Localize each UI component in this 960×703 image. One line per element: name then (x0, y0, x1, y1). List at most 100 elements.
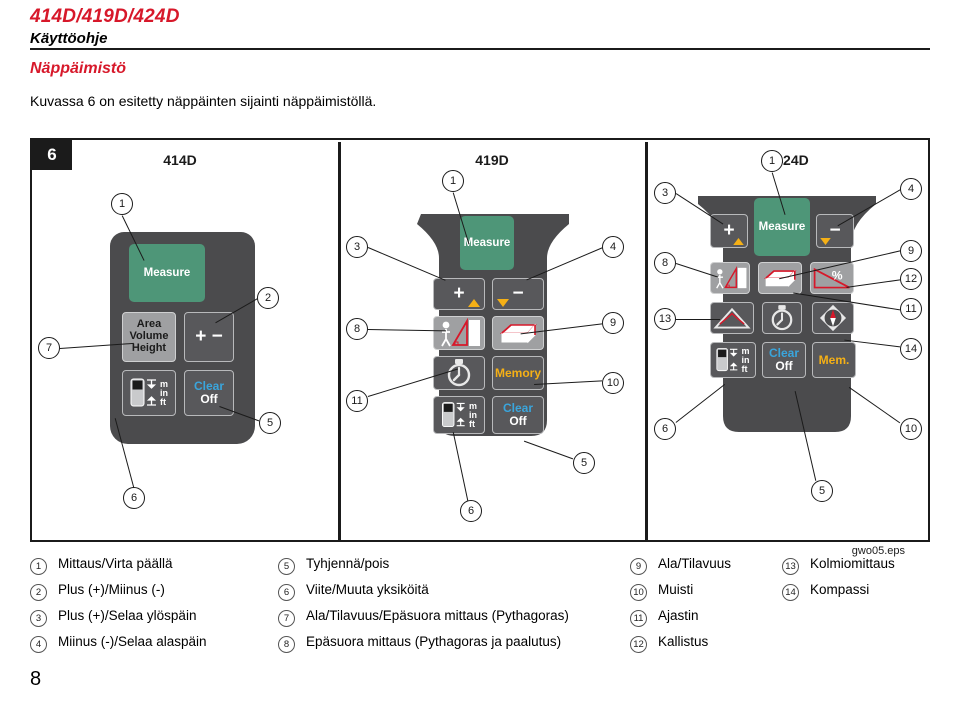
legend-column-1: 1 Mittaus/Virta päällä 2 Plus (+)/Miinus… (30, 556, 207, 660)
callout-3-424d: 3 (654, 182, 676, 204)
unit-labels-414d: m in ft (159, 378, 168, 407)
legend-number: 10 (630, 584, 647, 601)
legend-item: 2 Plus (+)/Miinus (-) (30, 582, 207, 608)
callout-4-419d: 4 (602, 236, 624, 258)
legend-number: 3 (30, 610, 47, 627)
legend-column-3: 9 Ala/Tilavuus 10 Muisti 11 Ajastin 12 K… (630, 556, 731, 660)
callout-7-414d: 7 (38, 337, 60, 359)
legend-number: 9 (630, 558, 647, 575)
figure-divider-1 (338, 142, 341, 542)
callout-10-424d: 10 (900, 418, 922, 440)
legend-item: 4 Miinus (-)/Selaa alaspäin (30, 634, 207, 660)
key-off-label-424d: Off (775, 359, 793, 373)
pythagoras-icon (436, 318, 482, 348)
reference-unit-icon (441, 402, 465, 427)
header-models: 414D/419D/424D (30, 6, 180, 27)
compass-icon (819, 304, 847, 332)
legend-item: 10 Muisti (630, 582, 731, 608)
leader-13-424d (676, 319, 720, 321)
legend-text: Plus (+)/Selaa ylöspäin (58, 608, 197, 623)
callout-10-419d: 10 (602, 372, 624, 394)
key-reference-units-414d[interactable]: m in ft (122, 370, 176, 416)
key-plus-minus-414d[interactable]: + − (184, 312, 234, 362)
page-number: 8 (30, 668, 42, 690)
callout-11-424d: 11 (900, 298, 922, 320)
legend-item: 8 Epäsuora mittaus (Pythagoras ja paalut… (278, 634, 569, 660)
device-name-424d: 424D (775, 152, 809, 168)
key-reference-units-424d[interactable]: m in ft (710, 342, 756, 378)
legend-item: 7 Ala/Tilavuus/Epäsuora mittaus (Pythago… (278, 608, 569, 634)
key-clear-label-419d: Clear (502, 401, 534, 416)
legend-number: 4 (30, 636, 47, 653)
legend-text: Kallistus (658, 634, 709, 649)
key-memory-419d[interactable]: Memory (492, 356, 544, 390)
key-compass-424d[interactable] (812, 302, 854, 334)
unit-labels-419d: m in ft (468, 400, 477, 429)
callout-9-419d: 9 (602, 312, 624, 334)
legend-item: 9 Ala/Tilavuus (630, 556, 731, 582)
legend-text: Kolmiomittaus (810, 556, 895, 571)
figure-number: 6 (32, 140, 72, 170)
legend-item: 12 Kallistus (630, 634, 731, 660)
page-header: 414D/419D/424D Käyttöohje (30, 6, 180, 48)
legend-number: 5 (278, 558, 295, 575)
legend-item: 14 Kompassi (782, 582, 895, 608)
callout-1-419d: 1 (442, 170, 464, 192)
scroll-up-arrow-icon (468, 299, 480, 307)
legend-item: 6 Viite/Muuta yksiköitä (278, 582, 569, 608)
legend-number: 2 (30, 584, 47, 601)
legend-number: 12 (630, 636, 647, 653)
key-memory-424d[interactable]: Mem. (812, 342, 856, 378)
scroll-down-arrow-icon (497, 299, 509, 307)
legend-text: Kompassi (810, 582, 870, 597)
key-area-volume-height-414d[interactable]: Area Volume Height (122, 312, 176, 362)
key-plus-419d[interactable]: + (433, 278, 485, 310)
device-name-414d: 414D (163, 152, 197, 168)
legend-text: Muisti (658, 582, 694, 597)
unit-labels-424d: m in ft (741, 345, 750, 374)
key-timer-424d[interactable] (762, 302, 802, 334)
callout-8-419d: 8 (346, 318, 368, 340)
section-title: Näppäimistö (30, 60, 127, 77)
legend-text: Epäsuora mittaus (Pythagoras ja paalutus… (306, 634, 562, 649)
key-clear-off-424d[interactable]: Clear Off (762, 342, 806, 378)
figure-keypad-diagram: 6 414D Measure Area Volume Height + − m … (30, 138, 930, 542)
callout-6-414d: 6 (123, 487, 145, 509)
device-name-419d: 419D (475, 152, 509, 168)
stopwatch-icon (771, 305, 793, 331)
key-triangle-424d[interactable] (710, 302, 754, 334)
legend-text: Ala/Tilavuus (658, 556, 732, 571)
key-clear-label-414d: Clear (193, 379, 225, 394)
key-pythagoras-424d[interactable] (710, 262, 750, 294)
callout-5-414d: 5 (259, 412, 281, 434)
legend-item: 3 Plus (+)/Selaa ylöspäin (30, 608, 207, 634)
scroll-up-arrow-icon (733, 238, 744, 245)
volume-box-icon (495, 318, 541, 348)
callout-6-424d: 6 (654, 418, 676, 440)
svg-text:%: % (832, 269, 843, 283)
legend-item: 1 Mittaus/Virta päällä (30, 556, 207, 582)
legend-text: Viite/Muuta yksiköitä (306, 582, 429, 597)
callout-5-424d: 5 (811, 480, 833, 502)
key-pythagoras-419d[interactable] (433, 316, 485, 350)
key-minus-419d[interactable]: − (492, 278, 544, 310)
legend-text: Mittaus/Virta päällä (58, 556, 173, 571)
callout-1-424d: 1 (761, 150, 783, 172)
legend-number: 13 (782, 558, 799, 575)
callout-2-414d: 2 (257, 287, 279, 309)
key-clear-off-419d[interactable]: Clear Off (492, 396, 544, 434)
legend-number: 6 (278, 584, 295, 601)
figure-divider-2 (645, 142, 648, 542)
legend-text: Plus (+)/Miinus (-) (58, 582, 165, 597)
legend-text: Tyhjennä/pois (306, 556, 390, 571)
key-off-label-419d: Off (509, 414, 527, 428)
callout-9-424d: 9 (900, 240, 922, 262)
legend-number: 7 (278, 610, 295, 627)
key-reference-units-419d[interactable]: m in ft (433, 396, 485, 434)
reference-unit-icon (130, 378, 157, 407)
manual-page: 414D/419D/424D Käyttöohje Näppäimistö Ku… (0, 0, 960, 703)
legend-column-2: 5 Tyhjennä/pois 6 Viite/Muuta yksiköitä … (278, 556, 569, 660)
callout-3-419d: 3 (346, 236, 368, 258)
key-volume-419d[interactable] (492, 316, 544, 350)
legend-number: 1 (30, 558, 47, 575)
